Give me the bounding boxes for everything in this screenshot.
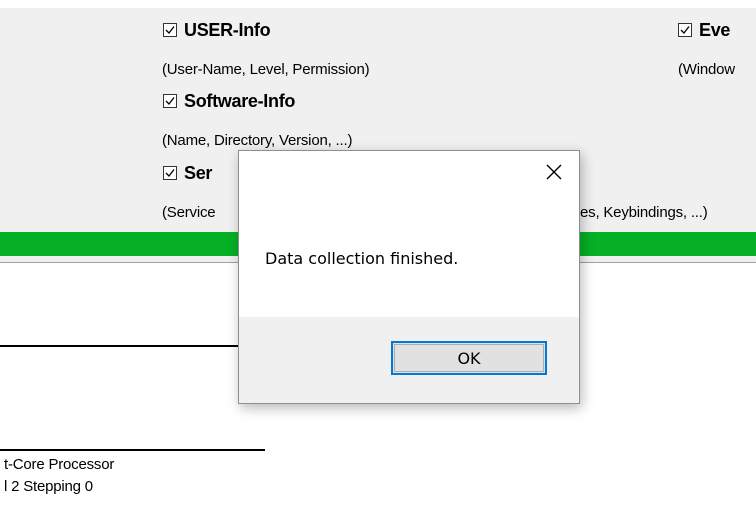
software-info-label[interactable]: Software-Info (184, 91, 295, 112)
underline-rule-1 (0, 345, 240, 347)
ok-button[interactable]: OK (391, 341, 547, 375)
dialog-message: Data collection finished. (265, 249, 459, 268)
software-info-checkbox[interactable] (163, 94, 177, 108)
services-info-label[interactable]: Ser (184, 163, 212, 184)
events-info-label[interactable]: Eve (699, 20, 730, 41)
dialog-footer: OK (239, 317, 579, 403)
user-info-checkbox[interactable] (163, 23, 177, 37)
cpu-stepping-line: l 2 Stepping 0 (4, 478, 93, 495)
user-info-label[interactable]: USER-Info (184, 20, 271, 41)
events-info-description: (Window (678, 61, 735, 78)
software-info-description: (Name, Directory, Version, ...) (162, 132, 353, 149)
close-button[interactable] (543, 161, 565, 183)
ok-button-focus-ring (394, 344, 544, 372)
underline-rule-2 (0, 449, 265, 451)
checkmark-icon (165, 169, 175, 177)
events-info-checkbox[interactable] (678, 23, 692, 37)
services-info-description-tail: es, Keybindings, ...) (580, 204, 708, 221)
user-info-description: (User-Name, Level, Permission) (162, 61, 370, 78)
message-dialog: Data collection finished. OK (238, 150, 580, 404)
checkmark-icon (680, 26, 690, 34)
checkmark-icon (165, 97, 175, 105)
close-icon (546, 164, 562, 180)
cpu-description-line: t-Core Processor (4, 456, 115, 473)
services-info-checkbox[interactable] (163, 166, 177, 180)
checkmark-icon (165, 26, 175, 34)
services-info-description: (Service (162, 204, 216, 221)
panel-top-strip (0, 0, 756, 8)
